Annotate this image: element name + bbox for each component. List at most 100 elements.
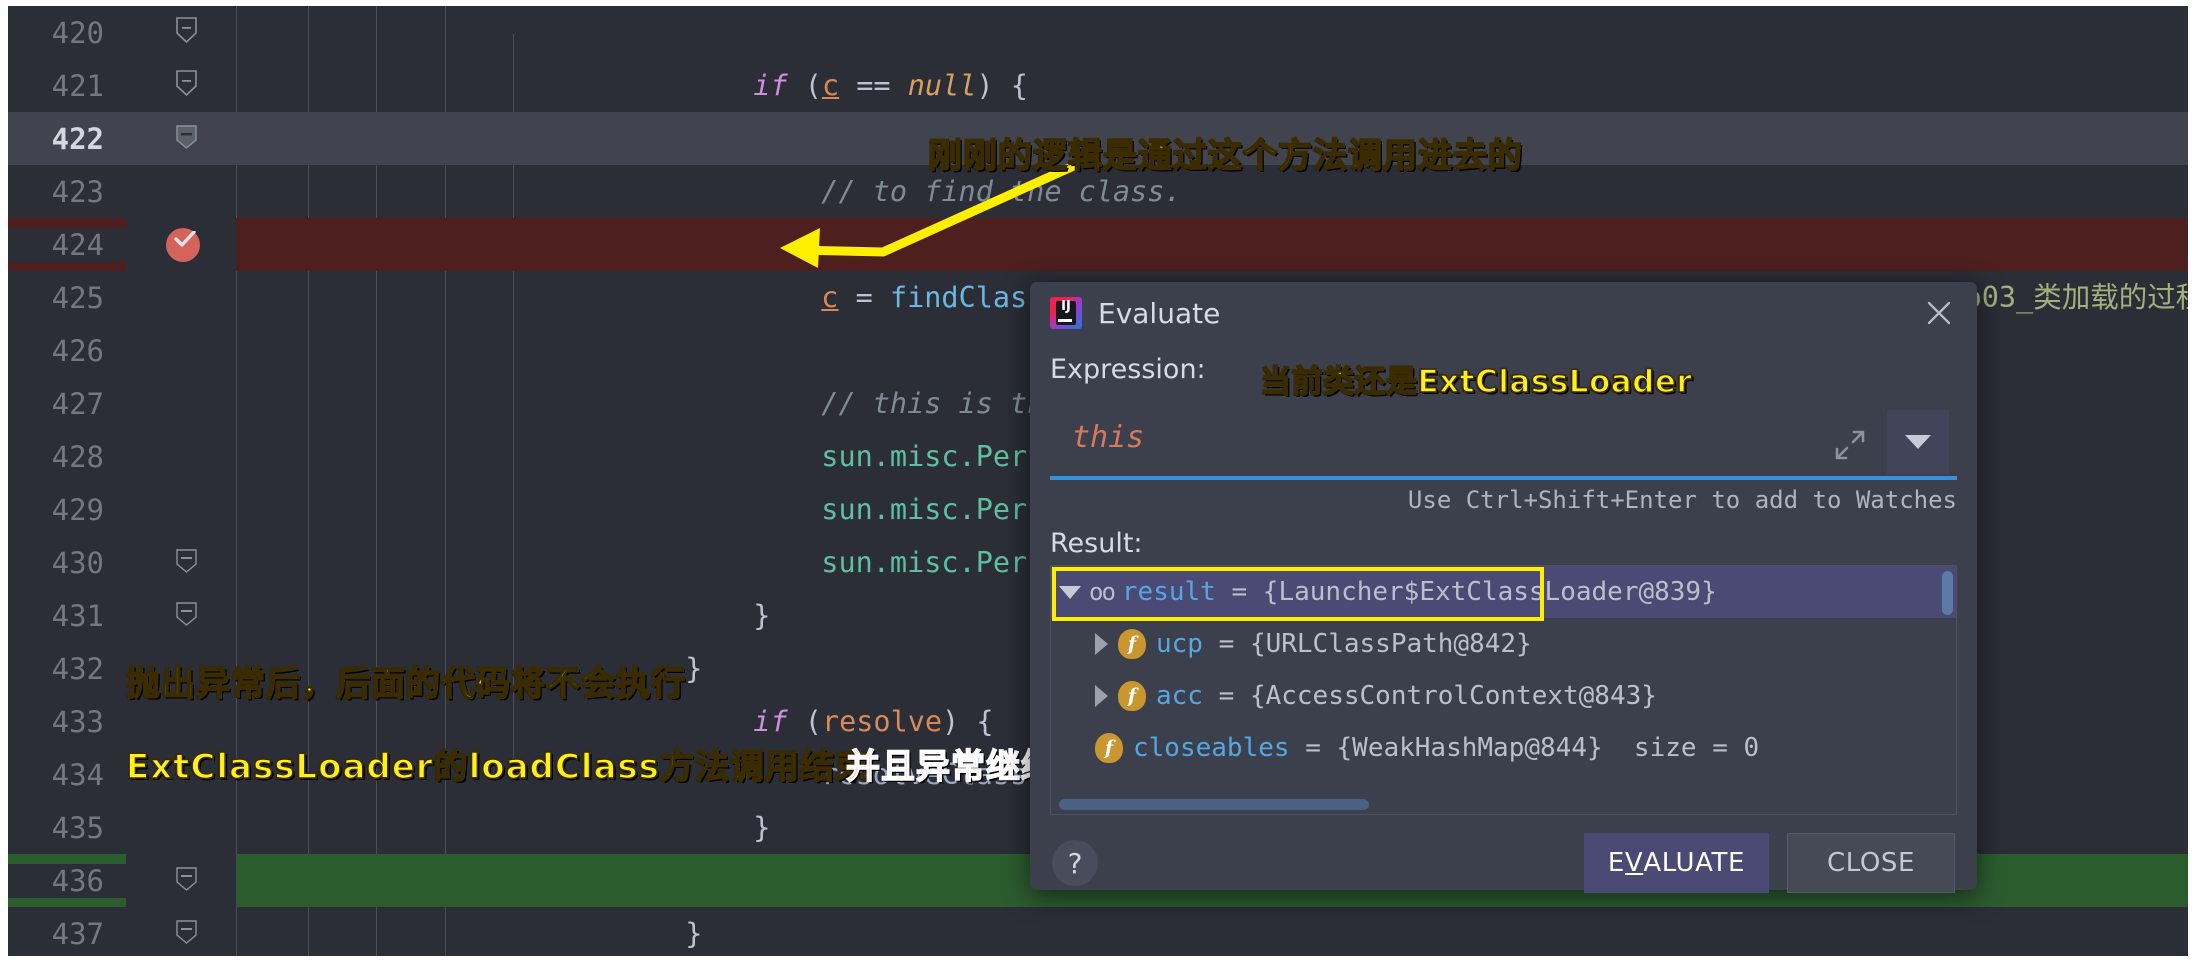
- line-number: 431: [51, 598, 104, 633]
- tree-row[interactable]: f ucp = {URLClassPath@842}: [1051, 618, 1956, 670]
- gutter-431[interactable]: [126, 589, 236, 642]
- field-icon: f: [1118, 681, 1146, 711]
- tree-node-value: {Launcher$ExtClassLoader@839}: [1262, 577, 1717, 607]
- tree-node-value: {WeakHashMap@844}: [1336, 733, 1603, 763]
- tree-row[interactable]: f closeables = {WeakHashMap@844} size = …: [1051, 722, 1956, 774]
- result-tree[interactable]: oo result = {Launcher$ExtClassLoader@839…: [1050, 565, 1957, 815]
- code-line-422[interactable]: 422 // to find the class.: [8, 112, 2188, 208]
- gutter-435[interactable]: [126, 801, 236, 854]
- tree-node-value: {URLClassPath@842}: [1249, 629, 1532, 659]
- gutter-434[interactable]: [126, 748, 236, 801]
- line-number: 426: [51, 333, 104, 368]
- code-text-437: }: [236, 907, 2188, 956]
- chevron-down-icon: [1905, 435, 1931, 449]
- dialog-footer: ? E V ALUATE CLOSE: [1030, 815, 1977, 911]
- code-line-424-content[interactable]: 424 c = findClass(name); name: name: "co…: [8, 218, 2188, 314]
- code-text-420: if (c == null) {: [753, 69, 1028, 102]
- code-line-420[interactable]: 420 if (c == null) {: [8, 6, 2188, 103]
- result-label: Result:: [1050, 528, 1143, 559]
- gutter-420[interactable]: [126, 6, 236, 59]
- tree-node-value: {AccessControlContext@843}: [1249, 681, 1657, 711]
- expand-icon[interactable]: [1835, 430, 1865, 460]
- evaluate-button[interactable]: E V ALUATE: [1583, 833, 1769, 893]
- chevron-right-icon[interactable]: [1095, 633, 1108, 655]
- gutter-422[interactable]: [126, 112, 236, 165]
- expression-history-dropdown[interactable]: [1887, 410, 1949, 474]
- line-number: 432: [51, 651, 104, 686]
- tree-node-name: ucp: [1156, 629, 1203, 659]
- expression-value[interactable]: this: [1072, 420, 1144, 455]
- fold-collapse-icon[interactable]: [176, 70, 197, 96]
- evaluate-dialog[interactable]: IJ Evaluate Expression: 当前类还是ExtClassLoa…: [1030, 282, 1977, 893]
- tree-node-eq: =: [1202, 681, 1250, 711]
- expression-field[interactable]: this: [1050, 410, 1957, 480]
- line-number: 437: [51, 916, 104, 951]
- gutter-424[interactable]: [126, 218, 236, 271]
- fold-block-icon[interactable]: [176, 600, 197, 626]
- tree-row[interactable]: f acc = {AccessControlContext@843}: [1051, 670, 1956, 722]
- line-number: 436: [8, 863, 126, 898]
- line-number: 423: [51, 174, 104, 209]
- gutter-429[interactable]: [126, 483, 236, 536]
- gutter-436[interactable]: [126, 854, 236, 907]
- line-number: 424: [8, 227, 126, 262]
- gutter-433[interactable]: [126, 695, 236, 748]
- screenshot-root: 420 if (c == null) { 421 // If still not…: [0, 0, 2196, 964]
- line-number: 421: [51, 68, 104, 103]
- gutter-425[interactable]: [126, 271, 236, 324]
- gutter-432[interactable]: [126, 642, 236, 695]
- code-text-423: long t1 = System.nanoTime();: [236, 165, 2188, 261]
- field-icon: f: [1095, 733, 1123, 763]
- tree-vertical-scrollbar[interactable]: [1942, 571, 1953, 615]
- object-icon: oo: [1089, 578, 1116, 606]
- close-icon[interactable]: [1919, 293, 1959, 333]
- tree-row[interactable]: oo result = {Launcher$ExtClassLoader@839…: [1051, 566, 1956, 618]
- code-line-423[interactable]: 423 long t1 = System.nanoTime();: [8, 165, 2188, 262]
- gutter-427[interactable]: [126, 377, 236, 430]
- line-number: 422: [51, 121, 104, 156]
- tree-node-name: acc: [1156, 681, 1203, 711]
- watch-hint: Use Ctrl+Shift+Enter to add to Watches: [1407, 486, 1957, 514]
- code-text-422: // to find the class.: [236, 112, 2188, 208]
- chevron-down-icon[interactable]: [1059, 585, 1081, 599]
- code-line-437[interactable]: 437 }: [8, 907, 2188, 956]
- fold-block-icon[interactable]: [176, 547, 197, 573]
- chevron-right-icon[interactable]: [1095, 685, 1108, 707]
- line-number: 430: [51, 545, 104, 580]
- gutter-430[interactable]: [126, 536, 236, 589]
- gutter-428[interactable]: [126, 430, 236, 483]
- evaluate-label-prefix: E: [1607, 848, 1625, 878]
- evaluate-label-suffix: ALUATE: [1643, 848, 1745, 878]
- help-icon[interactable]: ?: [1052, 840, 1098, 886]
- tree-node-name: result: [1121, 577, 1216, 607]
- fold-block-icon[interactable]: [176, 865, 197, 891]
- fold-collapse-icon[interactable]: [176, 17, 197, 43]
- code-line-421[interactable]: 421 // If still not found, then invoke f…: [8, 59, 2188, 156]
- gutter-423[interactable]: [126, 165, 236, 218]
- evaluate-label-mnemonic: V: [1624, 848, 1644, 878]
- field-icon: f: [1118, 629, 1146, 659]
- line-number: 425: [51, 280, 104, 315]
- line-number: 429: [51, 492, 104, 527]
- tree-node-name: closeables: [1133, 733, 1290, 763]
- code-text-424: c = findClass(name); name: name: "com.df…: [236, 218, 2188, 314]
- line-number: 434: [51, 757, 104, 792]
- breakpoint-icon[interactable]: [166, 228, 200, 262]
- line-number: 428: [51, 439, 104, 474]
- tree-node-extra: size = 0: [1602, 733, 1760, 763]
- fold-block-icon[interactable]: [176, 123, 197, 149]
- dialog-body: Expression: 当前类还是ExtClassLoader this Use…: [1030, 344, 1977, 815]
- code-text-421: // If still not found, then invoke findC…: [236, 59, 2188, 155]
- expression-label: Expression:: [1050, 354, 1206, 385]
- tree-node-eq: =: [1215, 577, 1263, 607]
- fold-block-icon[interactable]: [176, 918, 197, 944]
- gutter-426[interactable]: [126, 324, 236, 377]
- gutter-437[interactable]: [126, 907, 236, 956]
- tree-node-eq: =: [1289, 733, 1337, 763]
- code-editor[interactable]: 420 if (c == null) { 421 // If still not…: [8, 6, 2188, 956]
- gutter-421[interactable]: [126, 59, 236, 112]
- close-button[interactable]: CLOSE: [1787, 833, 1955, 893]
- intellij-logo-icon: IJ: [1050, 297, 1082, 329]
- line-number: 435: [51, 810, 104, 845]
- tree-horizontal-scrollbar[interactable]: [1059, 799, 1369, 810]
